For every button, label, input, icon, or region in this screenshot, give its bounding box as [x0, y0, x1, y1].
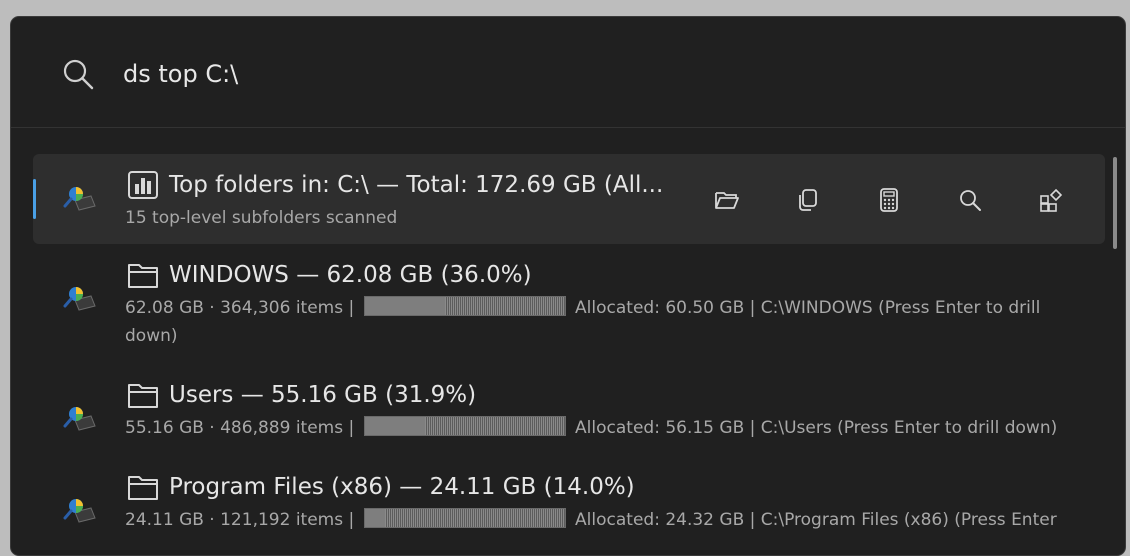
search-input[interactable] [123, 54, 1023, 94]
folder-icon [128, 264, 158, 288]
result-subtitle: 24.11 GB · 121,192 items | Allocated: 24… [125, 506, 1095, 534]
launcher-window: Top folders in: C:\ — Total: 172.69 GB (… [10, 16, 1126, 556]
result-row-folder[interactable]: WINDOWS — 62.08 GB (36.0%) 62.08 GB · 36… [33, 252, 1105, 368]
calculator-icon [879, 188, 898, 212]
folder-icon [128, 384, 158, 408]
title-text: Users — 55.16 GB (31.9%) [169, 382, 477, 408]
search-icon [959, 190, 981, 211]
usage-bar [363, 296, 566, 316]
disk-analyzer-icon [63, 187, 96, 211]
size-info: 55.16 GB · 486,889 items | [125, 418, 355, 438]
size-info: 62.08 GB · 364,306 items | [125, 298, 355, 318]
folder-open-icon [714, 192, 739, 209]
usage-bar-fill [364, 417, 425, 435]
scrollbar-thumb[interactable] [1113, 157, 1117, 249]
row-actions [686, 180, 1091, 220]
search-bar [11, 17, 1125, 128]
open-folder-button[interactable] [686, 180, 767, 220]
selection-indicator [33, 179, 36, 219]
result-subtitle: 55.16 GB · 486,889 items | Allocated: 56… [125, 414, 1095, 442]
result-title: Program Files (x86) — 24.11 GB (14.0%) [127, 472, 635, 502]
allocated-info: Allocated: 24.32 GB | C:\Program Files (… [575, 510, 1057, 530]
bar-chart-icon [128, 171, 158, 199]
disk-analyzer-icon [63, 499, 96, 523]
results-list: Top folders in: C:\ — Total: 172.69 GB (… [11, 128, 1125, 555]
size-info: 24.11 GB · 121,192 items | [125, 510, 355, 530]
copy-button[interactable] [767, 180, 848, 220]
allocated-info: Allocated: 56.15 GB | C:\Users (Press En… [575, 418, 1058, 438]
apps-add-icon [1039, 188, 1062, 212]
folder-icon [128, 476, 158, 500]
result-title: WINDOWS — 62.08 GB (36.0%) [127, 260, 532, 290]
search-icon [63, 59, 94, 90]
title-text: Program Files (x86) — 24.11 GB (14.0%) [169, 474, 635, 500]
calculator-button[interactable] [848, 180, 929, 220]
usage-bar-fill [364, 509, 385, 527]
disk-analyzer-icon [63, 407, 96, 431]
search-action-button[interactable] [929, 180, 1010, 220]
copy-icon [798, 189, 817, 211]
result-row-folder[interactable]: Program Files (x86) — 24.11 GB (14.0%) 2… [33, 464, 1105, 555]
result-title: Top folders in: C:\ — Total: 172.69 GB (… [127, 170, 707, 200]
result-subtitle: 62.08 GB · 364,306 items | Allocated: 60… [125, 294, 1095, 350]
disk-analyzer-icon [63, 287, 96, 311]
result-row-folder[interactable]: Users — 55.16 GB (31.9%) 55.16 GB · 486,… [33, 372, 1105, 460]
usage-bar [363, 508, 566, 528]
add-plugin-button[interactable] [1010, 180, 1091, 220]
title-text: WINDOWS — 62.08 GB (36.0%) [169, 262, 532, 288]
result-title: Users — 55.16 GB (31.9%) [127, 380, 476, 410]
result-row-top-folders[interactable]: Top folders in: C:\ — Total: 172.69 GB (… [33, 154, 1105, 244]
usage-bar-fill [364, 297, 445, 315]
usage-bar [363, 416, 566, 436]
